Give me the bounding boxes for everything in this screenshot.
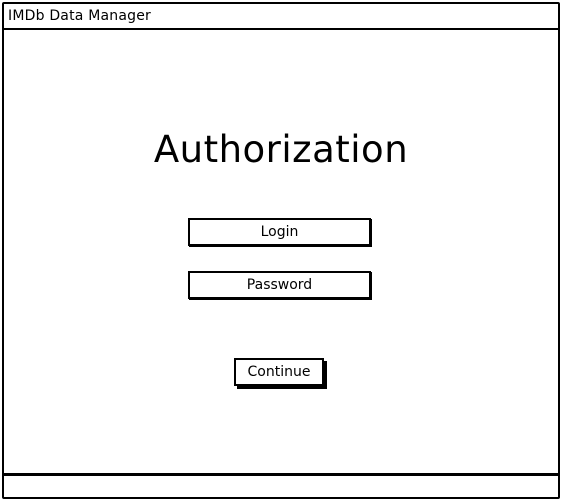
title-bar: IMDb Data Manager xyxy=(4,4,558,30)
password-input[interactable] xyxy=(188,271,371,299)
app-window: IMDb Data Manager Authorization Continue xyxy=(2,2,560,499)
auth-panel: Authorization Continue xyxy=(4,30,558,472)
login-input[interactable] xyxy=(188,218,371,246)
page-title: Authorization xyxy=(153,128,409,171)
continue-button[interactable]: Continue xyxy=(234,358,324,386)
status-bar xyxy=(4,473,558,497)
window-title: IMDb Data Manager xyxy=(8,8,151,24)
